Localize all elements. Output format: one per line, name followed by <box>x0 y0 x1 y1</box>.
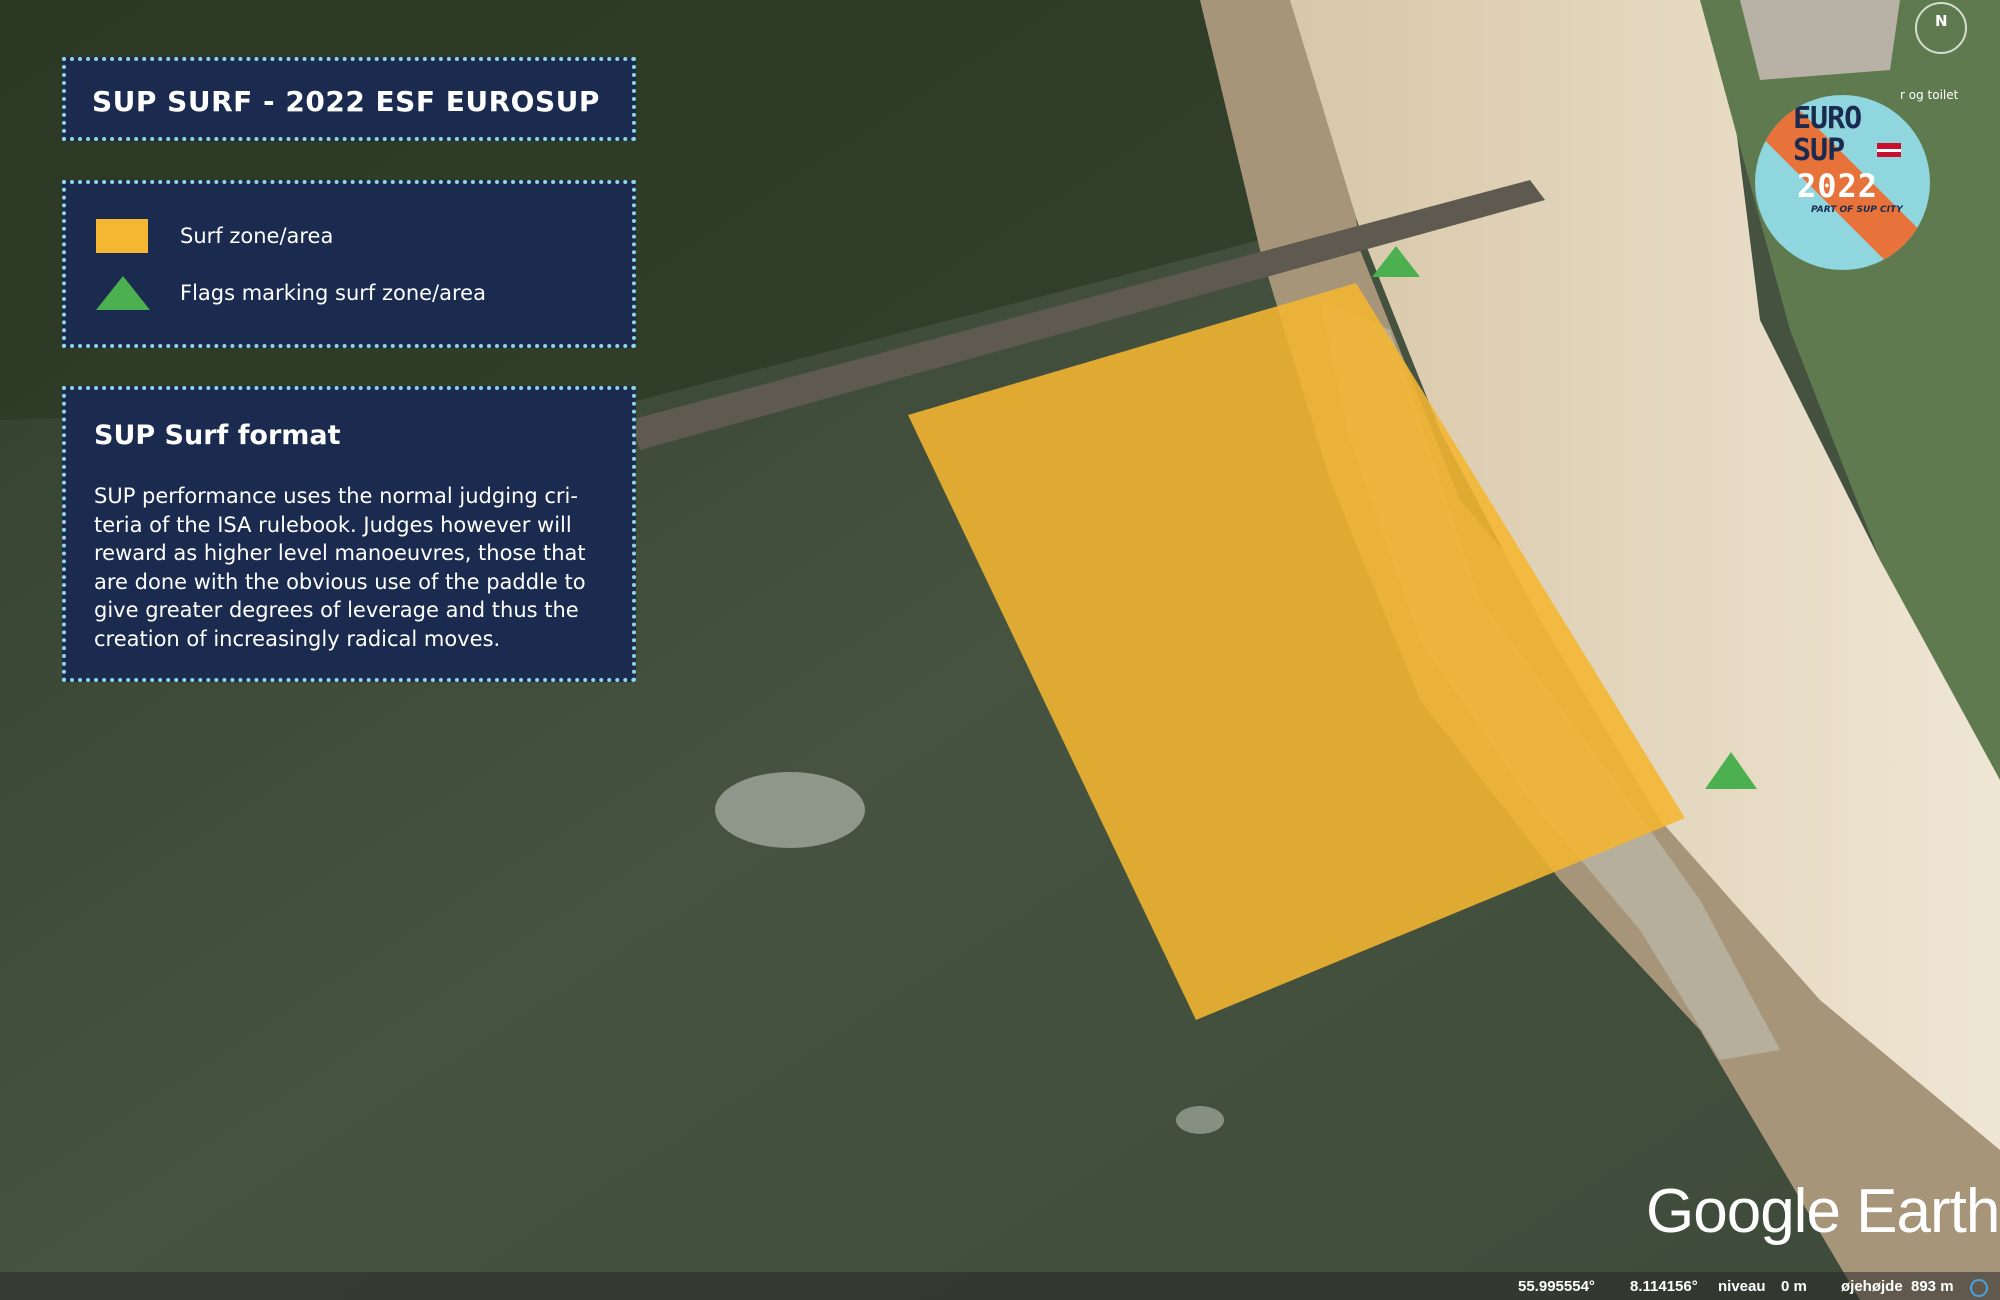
format-panel: SUP Surf format SUP performance uses the… <box>62 386 636 682</box>
logo-line2: SUP <box>1793 133 1845 168</box>
eurosup-logo: EURO SUP 2022 PART OF SUP CITY <box>1755 95 1930 270</box>
latitude: 55.995554° <box>1518 1278 1595 1295</box>
legend-panel: Surf zone/area Flags marking surf zone/a… <box>62 180 636 348</box>
logo-year: 2022 <box>1797 167 1879 205</box>
level-label: niveau <box>1718 1278 1766 1295</box>
legend-item-surf-zone: Surf zone/area <box>96 219 333 253</box>
legend-label: Flags marking surf zone/area <box>180 281 486 305</box>
title-panel: SUP SURF - 2022 ESF EUROSUP <box>62 57 636 141</box>
level-value: 0 m <box>1781 1278 1807 1295</box>
logo-tagline: PART OF SUP CITY <box>1811 205 1903 215</box>
google-earth-logo: Google Earth <box>1646 1177 2000 1246</box>
loading-indicator-icon <box>1970 1279 1988 1297</box>
yellow-rectangle-icon <box>96 219 148 253</box>
compass-north: N <box>1935 12 1948 30</box>
eye-altitude-label: øjehøjde <box>1841 1278 1903 1295</box>
format-heading: SUP Surf format <box>94 420 341 451</box>
compass-icon[interactable]: N <box>1915 2 1967 54</box>
page-title: SUP SURF - 2022 ESF EUROSUP <box>92 85 600 118</box>
map-poi-label: r og toilet <box>1900 88 1959 102</box>
legend-item-flags: Flags marking surf zone/area <box>96 276 486 310</box>
legend-label: Surf zone/area <box>180 224 334 248</box>
parking-area <box>1740 0 1900 80</box>
green-triangle-icon <box>96 276 150 310</box>
foam-patch <box>715 772 865 848</box>
format-body: SUP performance uses the normal judging … <box>94 484 586 651</box>
logo-line1: EURO <box>1793 101 1862 136</box>
eye-altitude-value: 893 m <box>1911 1278 1954 1295</box>
danish-flag-icon <box>1877 143 1901 157</box>
foam-patch <box>1176 1106 1224 1134</box>
longitude: 8.114156° <box>1630 1278 1698 1295</box>
status-bar: 55.995554° 8.114156° niveau 0 m øjehøjde… <box>0 1272 2000 1300</box>
